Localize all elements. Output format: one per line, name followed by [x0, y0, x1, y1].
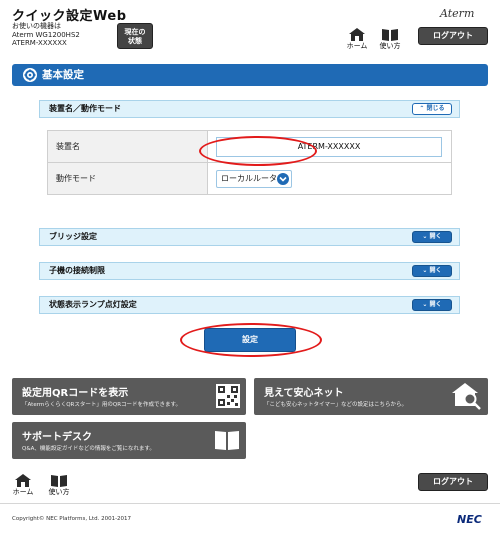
home-icon	[349, 28, 365, 41]
mode-label: 動作モード	[47, 162, 208, 195]
support-tile-title: サポートデスク	[22, 432, 92, 443]
expand-label: 開く	[429, 301, 442, 308]
footer-home-label: ホーム	[12, 488, 34, 496]
expand-label: 開く	[429, 233, 442, 240]
device-name: ATERM-XXXXXX	[12, 39, 67, 47]
chevron-down-icon: ⌄	[422, 267, 430, 274]
collapse-label: 閉じる	[426, 105, 445, 112]
safety-tile-title: 見えて安心ネット	[264, 388, 344, 399]
help-label: 使い方	[379, 42, 401, 50]
aterm-logo: Aterm	[440, 7, 475, 20]
safety-net-tile[interactable]: 見えて安心ネット 「こども安心ネットタイマー」などの設定はこちらから。	[254, 378, 488, 415]
panel-device-mode-title: 装置名／動作モード	[49, 104, 121, 113]
qr-code-icon	[216, 384, 240, 408]
safety-tile-desc: 「こども安心ネットタイマー」などの設定はこちらから。	[264, 402, 408, 408]
qr-tile-desc: 「AtermらくらくQRスタート」用のQRコードを作成できます。	[22, 402, 181, 408]
current-status-button[interactable]: 現在の 状態	[117, 23, 153, 49]
chevron-down-icon: ⌄	[422, 301, 430, 308]
qr-tile-title: 設定用QRコードを表示	[22, 388, 129, 399]
device-model: Aterm WG1200HS2	[12, 30, 80, 39]
mode-select[interactable]: ローカルルータ	[216, 169, 292, 188]
set-button[interactable]: 設定	[204, 328, 296, 352]
support-tile-desc: Q&A、機能設定ガイドなどの情報をご覧になれます。	[22, 446, 155, 452]
device-info-caption: お使いの機器は	[12, 22, 61, 30]
footer-help-button[interactable]: 使い方	[48, 474, 70, 497]
panel-lamp-title: 状態表示ランプ点灯設定	[49, 300, 137, 309]
device-name-input[interactable]	[216, 136, 442, 157]
panel-bridge-header[interactable]: ブリッジ設定 ⌄ 開く	[39, 228, 460, 246]
qr-code-tile[interactable]: 設定用QRコードを表示 「AtermらくらくQRスタート」用のQRコードを作成で…	[12, 378, 246, 415]
panel-device-mode-header[interactable]: 装置名／動作モード ⌃ 閉じる	[39, 100, 460, 118]
nec-logo: NEC	[457, 513, 482, 526]
chevron-up-icon: ⌃	[419, 105, 427, 112]
section-header: 基本設定	[12, 64, 488, 86]
panel-client-limit-title: 子機の接続制限	[49, 266, 105, 275]
home-button[interactable]: ホーム	[346, 28, 368, 51]
mode-value: ローカルルータ	[221, 173, 277, 183]
footer-help-label: 使い方	[48, 488, 70, 496]
device-name-cell	[207, 130, 452, 163]
copyright-text: Copyright© NEC Platforms, Ltd. 2001-2017	[12, 516, 132, 522]
section-title: 基本設定	[42, 69, 84, 81]
footer-home-button[interactable]: ホーム	[12, 474, 34, 497]
book-icon	[51, 475, 67, 487]
footer-divider	[0, 503, 500, 504]
footer-logout-button[interactable]: ログアウト	[418, 473, 488, 491]
panel-bridge-title: ブリッジ設定	[49, 232, 97, 241]
expand-label: 開く	[429, 267, 442, 274]
panel-client-limit-header[interactable]: 子機の接続制限 ⌄ 開く	[39, 262, 460, 280]
expand-button[interactable]: ⌄ 開く	[412, 265, 452, 277]
book-icon	[215, 431, 239, 450]
home-label: ホーム	[346, 42, 368, 50]
table-row: 装置名	[47, 130, 452, 163]
help-button[interactable]: 使い方	[379, 28, 401, 51]
chevron-down-icon: ⌄	[422, 233, 430, 240]
expand-button[interactable]: ⌄ 開く	[412, 231, 452, 243]
logout-button[interactable]: ログアウト	[418, 27, 488, 45]
collapse-button[interactable]: ⌃ 閉じる	[412, 103, 452, 115]
gear-icon	[23, 68, 37, 82]
device-settings-table: 装置名 動作モード ローカルルータ	[47, 130, 452, 195]
support-desk-tile[interactable]: サポートデスク Q&A、機能設定ガイドなどの情報をご覧になれます。	[12, 422, 246, 459]
device-name-label: 装置名	[47, 130, 208, 163]
home-icon	[15, 474, 31, 487]
house-search-icon	[452, 383, 481, 410]
device-info: お使いの機器は Aterm WG1200HS2 ATERM-XXXXXX	[12, 22, 80, 48]
mode-cell: ローカルルータ	[207, 162, 452, 195]
table-row: 動作モード ローカルルータ	[47, 162, 452, 195]
panel-lamp-header[interactable]: 状態表示ランプ点灯設定 ⌄ 開く	[39, 296, 460, 314]
book-icon	[382, 29, 398, 41]
expand-button[interactable]: ⌄ 開く	[412, 299, 452, 311]
chevron-down-icon	[277, 172, 289, 185]
